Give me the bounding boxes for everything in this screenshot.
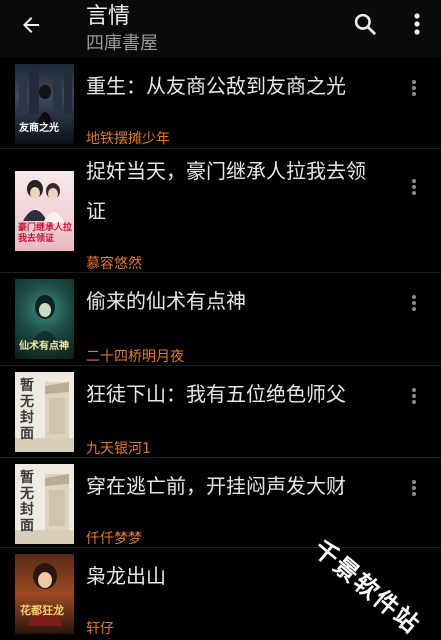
item-more-button[interactable]: [404, 291, 424, 315]
book-author: 仟仟梦梦: [86, 531, 142, 547]
cover-title: 友商之光: [19, 123, 59, 134]
item-more-button[interactable]: [404, 476, 424, 500]
cover-title: 豪门继承人拉我去领证: [18, 223, 73, 244]
book-cover: 仙术有点神: [15, 279, 74, 359]
more-vert-icon: [412, 480, 416, 496]
book-title: 偷来的仙术有点神: [86, 289, 246, 313]
cover-title: 暂无封面: [20, 378, 34, 442]
book-cover: 花都狂龙: [15, 554, 74, 634]
book-author: 轩仔: [86, 621, 114, 637]
page-title: 言情: [86, 4, 131, 29]
more-vert-icon: [414, 13, 420, 35]
more-vert-icon: [412, 80, 416, 96]
book-item[interactable]: 豪门继承人拉我去领证 捉奸当天，豪门继承人拉我去领 证 慕容悠然: [0, 149, 441, 273]
cover-title: 暂无封面: [20, 470, 34, 534]
back-button[interactable]: [14, 8, 48, 42]
item-more-button[interactable]: [404, 175, 424, 199]
item-more-button[interactable]: [404, 76, 424, 100]
cover-title: 花都狂龙: [20, 604, 64, 617]
book-item[interactable]: 暂无封面 穿在逃亡前，开挂闷声发大财 仟仟梦梦: [0, 458, 441, 548]
book-author: 地铁摆摊少年: [86, 131, 170, 147]
book-cover: 暂无封面: [15, 464, 74, 544]
book-title: 捉奸当天，豪门继承人拉我去领 证: [86, 159, 366, 223]
cover-title: 仙术有点神: [19, 341, 69, 352]
page-subtitle: 四庫書屋: [86, 33, 158, 54]
book-author: 二十四桥明月夜: [86, 349, 184, 365]
book-author: 九天银河1: [86, 441, 151, 457]
book-item[interactable]: 仙术有点神 偷来的仙术有点神 二十四桥明月夜: [0, 273, 441, 366]
cover-art: [27, 563, 63, 626]
book-title: 穿在逃亡前，开挂闷声发大财: [86, 474, 346, 498]
arrow-back-icon: [23, 17, 39, 33]
item-more-button[interactable]: [404, 384, 424, 408]
search-icon: [354, 13, 376, 35]
more-vert-icon: [412, 388, 416, 404]
book-item[interactable]: 友商之光 重生：从友商公敌到友商之光 地铁摆摊少年: [0, 58, 441, 149]
more-vert-icon: [412, 179, 416, 195]
book-title: 重生：从友商公敌到友商之光: [86, 74, 346, 98]
overflow-menu-button[interactable]: [403, 8, 431, 40]
more-vert-icon: [412, 295, 416, 311]
book-author: 慕容悠然: [86, 256, 142, 272]
app-bar: 言情 四庫書屋: [0, 0, 441, 58]
book-title: 狂徒下山：我有五位绝色师父: [86, 382, 346, 406]
book-item[interactable]: 暂无封面 狂徒下山：我有五位绝色师父 九天银河1: [0, 366, 441, 458]
search-button[interactable]: [349, 8, 381, 40]
book-cover: 暂无封面: [15, 372, 74, 452]
book-cover: 豪门继承人拉我去领证: [15, 171, 74, 251]
book-cover: 友商之光: [15, 64, 74, 144]
